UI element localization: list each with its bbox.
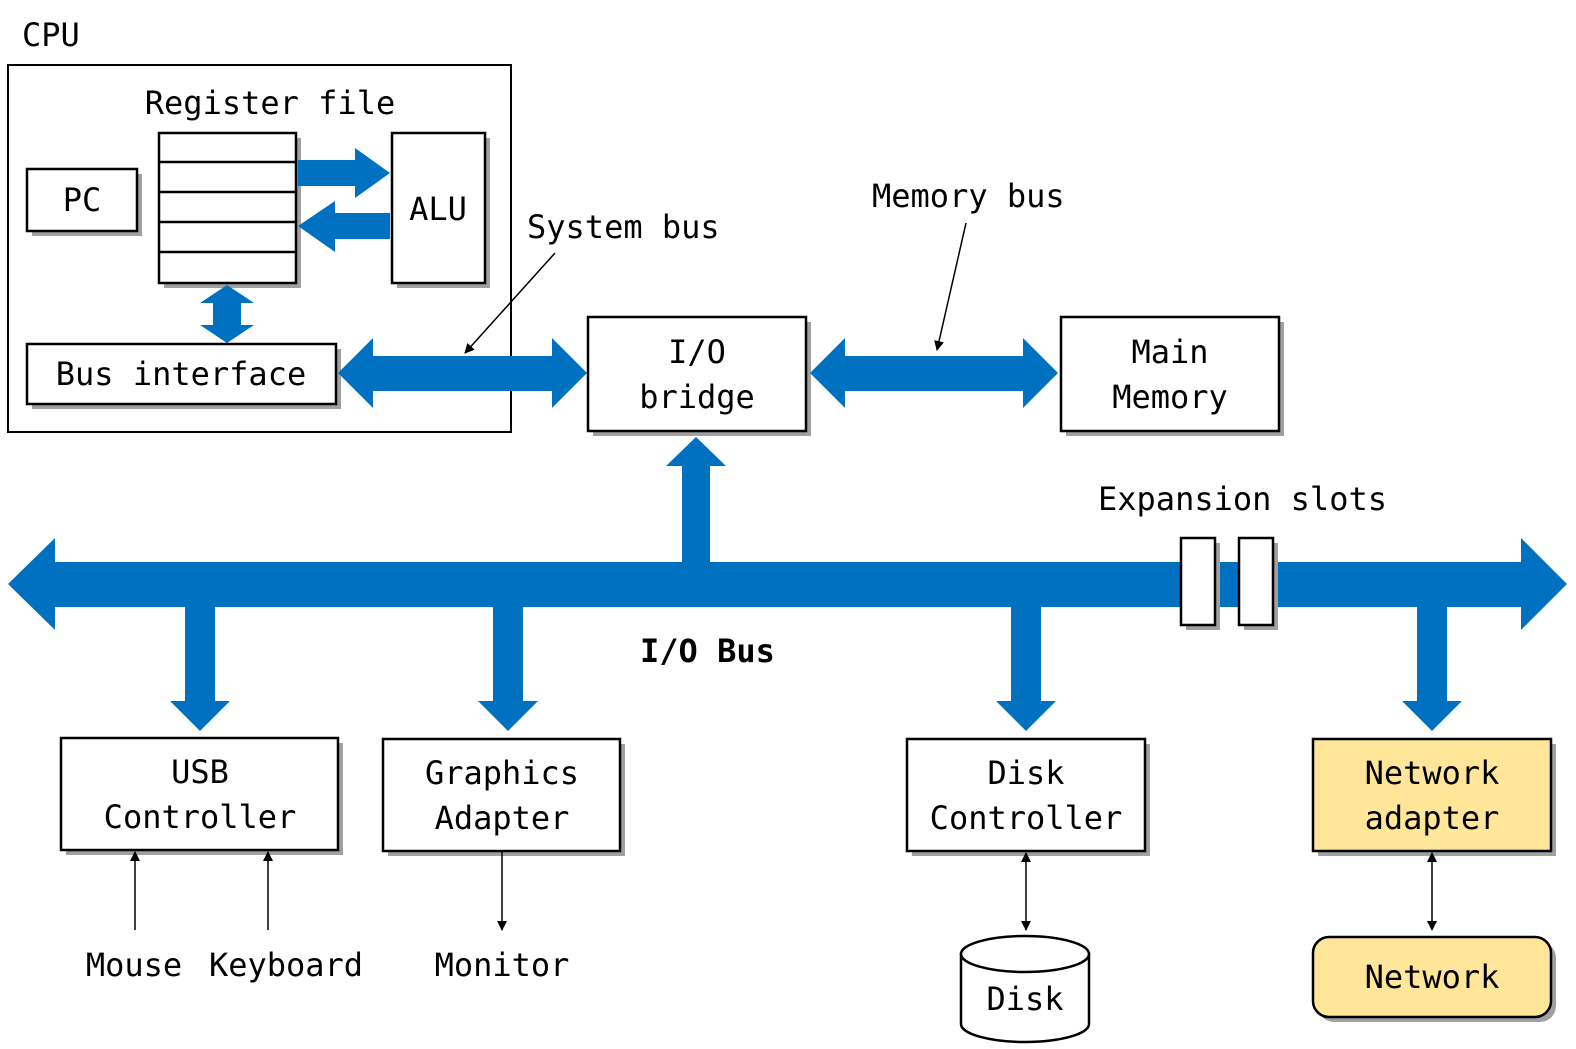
network-adapter-label-line1: Network xyxy=(1365,754,1500,792)
network: Network xyxy=(1311,935,1556,1022)
io-bridge: I/O bridge xyxy=(586,315,811,436)
io-bus-to-usb-arrow xyxy=(170,600,230,731)
network-label: Network xyxy=(1365,958,1500,996)
alu-label: ALU xyxy=(409,190,467,228)
regfile-to-alu-arrow xyxy=(298,148,390,198)
pc-register: PC xyxy=(25,167,142,236)
computer-architecture-diagram: CPU Register file PC ALU Bus interface S… xyxy=(7,16,1567,1044)
io-bus-to-graphics-arrow xyxy=(478,600,538,731)
register-file xyxy=(157,131,301,288)
main-memory-label-line1: Main xyxy=(1131,333,1208,371)
usb-label-line1: USB xyxy=(171,753,229,791)
memory-bus-arrow xyxy=(810,338,1058,408)
expansion-slot xyxy=(1179,536,1220,630)
monitor-label: Monitor xyxy=(435,946,570,984)
network-adapter: Network adapter xyxy=(1311,737,1556,856)
io-bridge-label-line2: bridge xyxy=(639,378,755,416)
graphics-label-line2: Adapter xyxy=(435,799,570,837)
alu: ALU xyxy=(390,131,490,288)
main-memory-label-line2: Memory xyxy=(1112,378,1228,416)
graphics-adapter: Graphics Adapter xyxy=(381,737,625,856)
system-bus-label: System bus xyxy=(527,208,720,246)
expansion-slots-label: Expansion slots xyxy=(1098,480,1387,518)
system-bus-arrow xyxy=(338,338,587,408)
memory-bus-label: Memory bus xyxy=(872,177,1065,215)
io-bridge-label-line1: I/O xyxy=(668,333,726,371)
disk-controller-label-line1: Disk xyxy=(987,754,1064,792)
usb-label-line2: Controller xyxy=(104,798,297,836)
register-file-label: Register file xyxy=(145,84,395,122)
memory-bus-pointer xyxy=(934,222,967,351)
io-bus-to-bridge-arrow xyxy=(666,437,726,570)
io-bus-label: I/O Bus xyxy=(640,632,775,670)
io-bus-to-network-adapter-arrow xyxy=(1402,600,1462,731)
bus-interface: Bus interface xyxy=(25,342,341,409)
graphics-label-line1: Graphics xyxy=(425,754,579,792)
cpu-label: CPU xyxy=(22,16,80,54)
keyboard-label: Keyboard xyxy=(209,946,363,984)
io-bus-to-disk-controller-arrow xyxy=(996,600,1056,731)
usb-controller: USB Controller xyxy=(59,736,343,855)
disk-controller: Disk Controller xyxy=(905,737,1150,856)
expansion-slot xyxy=(1237,536,1278,630)
pc-label: PC xyxy=(63,181,102,219)
disk-label: Disk xyxy=(986,980,1063,1018)
io-bus-arrow xyxy=(8,538,1567,630)
disk-controller-label-line2: Controller xyxy=(930,799,1123,837)
regfile-bus-interface-arrow xyxy=(200,285,254,343)
bus-interface-label: Bus interface xyxy=(56,355,306,393)
main-memory: Main Memory xyxy=(1059,315,1284,436)
disk-cylinder: Disk xyxy=(959,934,1091,1044)
network-adapter-label-line2: adapter xyxy=(1365,799,1500,837)
alu-to-regfile-arrow xyxy=(298,201,390,252)
mouse-label: Mouse xyxy=(86,946,182,984)
